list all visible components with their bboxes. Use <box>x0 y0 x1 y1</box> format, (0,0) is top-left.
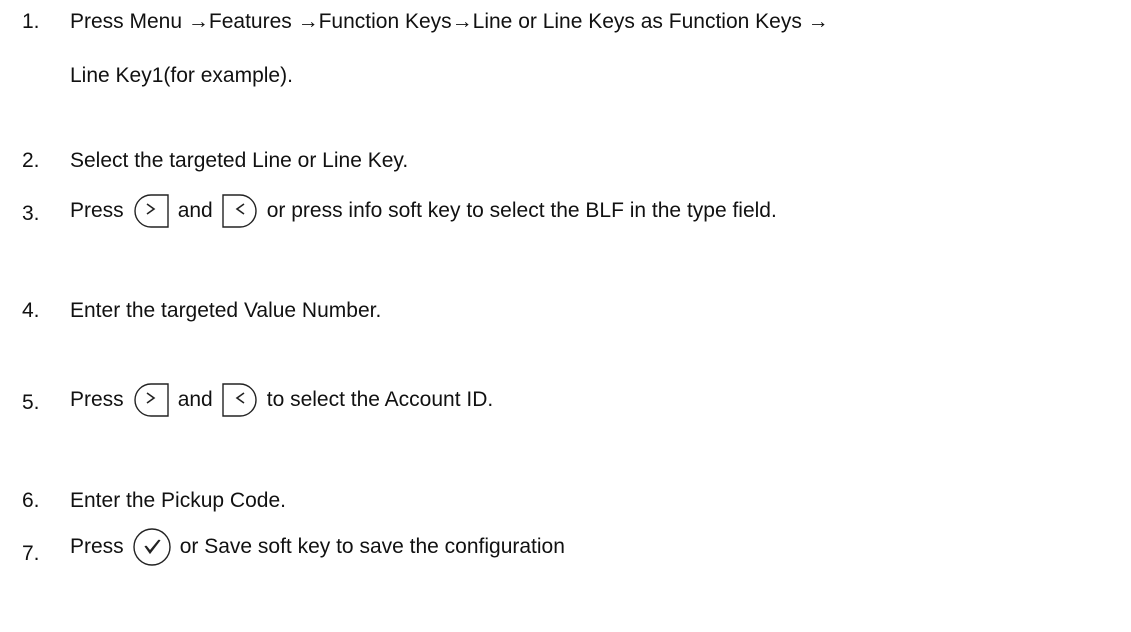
step-text: Press and or press info soft key to sele… <box>70 193 777 229</box>
step-text-part: or Save soft key to save the configurati… <box>179 535 565 558</box>
step-number: 3. <box>22 202 40 225</box>
step-text-part: Press <box>70 535 124 558</box>
step-text-part: Press <box>70 388 124 411</box>
step-text-part: or press info soft key to select the BLF… <box>266 199 777 222</box>
step-text: Press and to select the Account ID. <box>70 382 493 418</box>
step-text-part: and <box>177 388 213 411</box>
step-text: Press Menu →Features →Function Keys→Line… <box>70 10 829 33</box>
left-arrow-key-icon <box>221 193 259 229</box>
step-number: 5. <box>22 391 40 414</box>
step-number: 1. <box>22 10 40 33</box>
step-text: Select the targeted Line or Line Key. <box>70 149 409 172</box>
right-arrow-key-icon <box>132 382 170 418</box>
step-number: 2. <box>22 149 40 172</box>
right-arrow-key-icon <box>132 193 170 229</box>
left-arrow-key-icon <box>221 382 259 418</box>
step-text: Line Key1(for example). <box>70 64 293 87</box>
ok-check-key-icon <box>132 527 172 567</box>
step-text-part: and <box>177 199 213 222</box>
step-text-part: to select the Account ID. <box>266 388 494 411</box>
step-text: Press or Save soft key to save the confi… <box>70 527 565 567</box>
step-number: 4. <box>22 299 40 322</box>
step-number: 6. <box>22 489 40 512</box>
step-number: 7. <box>22 542 40 565</box>
step-text-part: Press <box>70 199 124 222</box>
step-text: Enter the Pickup Code. <box>70 489 286 512</box>
step-text: Enter the targeted Value Number. <box>70 299 382 322</box>
